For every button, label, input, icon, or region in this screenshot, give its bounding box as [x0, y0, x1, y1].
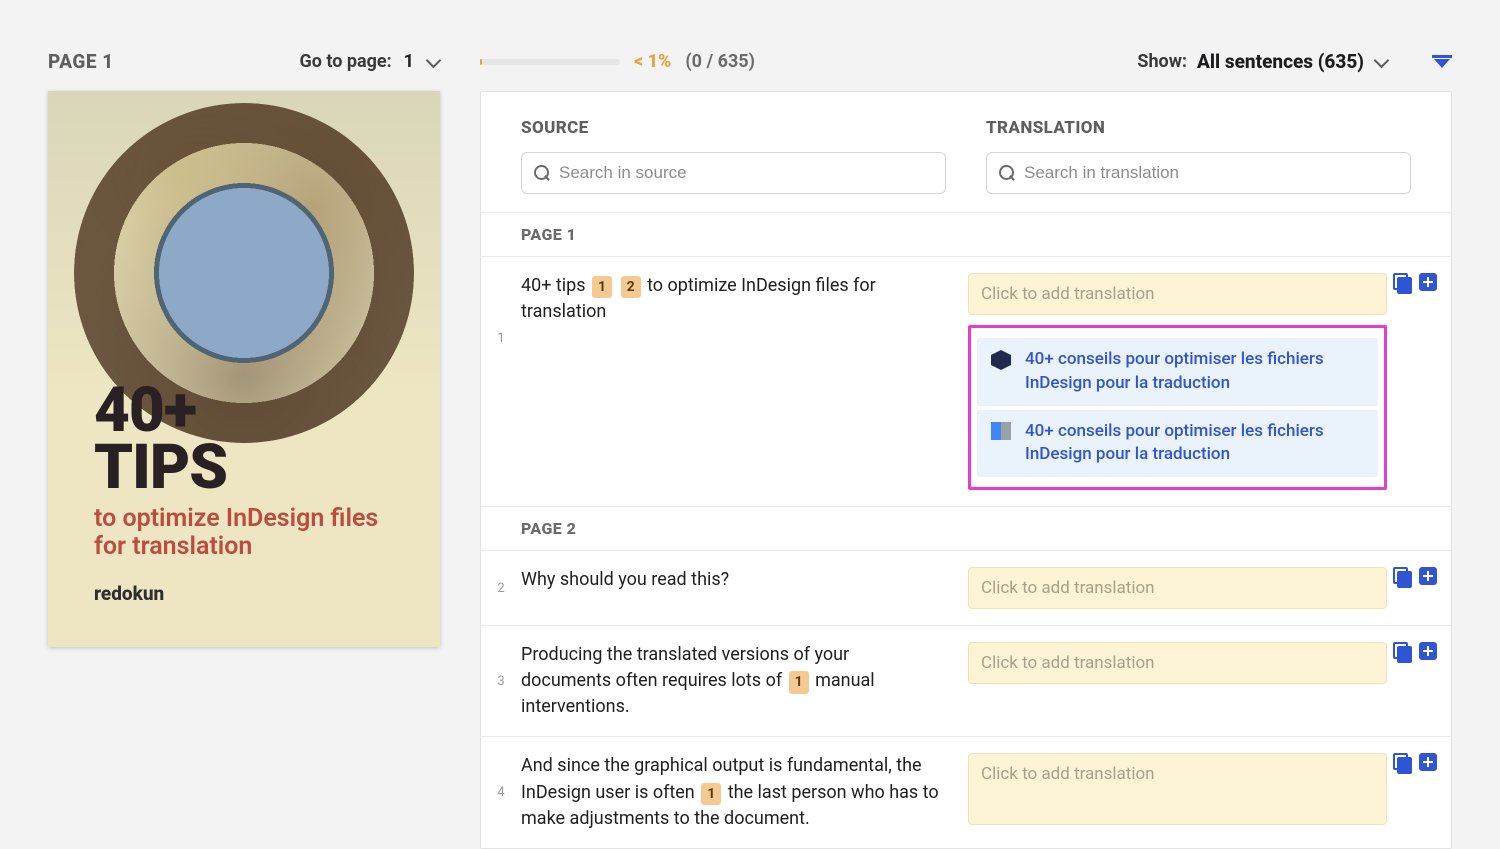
- goto-page-label: Go to page:: [299, 51, 391, 72]
- translation-title: TRANSLATION: [986, 118, 1411, 138]
- inline-tag[interactable]: 2: [621, 276, 641, 298]
- source-column-header: SOURCE: [521, 118, 946, 194]
- source-search[interactable]: [521, 152, 946, 194]
- segment-number: 4: [481, 753, 521, 831]
- current-page-label: PAGE 1: [48, 50, 114, 73]
- segment-actions: [1387, 642, 1437, 720]
- deepl-icon: [991, 350, 1011, 370]
- inline-tag[interactable]: 1: [789, 671, 809, 693]
- segment-number: 1: [481, 273, 521, 490]
- segment-actions: [1387, 753, 1437, 831]
- preview-brand: redokun: [94, 582, 400, 605]
- inline-tag[interactable]: 1: [592, 276, 612, 298]
- preview-subtitle: to optimize InDesign files for translati…: [94, 505, 400, 563]
- app-root: PAGE 1 Go to page: 1 40+ TIPS to optimiz…: [0, 0, 1500, 849]
- copy-source-icon[interactable]: [1393, 753, 1411, 771]
- page-divider-1: PAGE 1: [481, 212, 1451, 256]
- mt-suggestion[interactable]: 40+ conseils pour optimiser les fichiers…: [977, 410, 1378, 478]
- segment-row: 4 And since the graphical output is fund…: [481, 736, 1451, 847]
- page-divider-2: PAGE 2: [481, 506, 1451, 550]
- segment-row: 1 40+ tips 1 2 to optimize InDesign file…: [481, 256, 1451, 506]
- segment-row: 3 Producing the translated versions of y…: [481, 625, 1451, 736]
- collapse-icon[interactable]: [1432, 55, 1452, 69]
- add-comment-icon[interactable]: [1419, 273, 1437, 291]
- suggestion-text: 40+ conseils pour optimiser les fichiers…: [1025, 420, 1364, 468]
- segment-actions: [1387, 567, 1437, 609]
- translation-search[interactable]: [986, 152, 1411, 194]
- inline-tag[interactable]: 1: [701, 783, 721, 805]
- segment-source[interactable]: And since the graphical output is fundam…: [521, 753, 968, 831]
- source-title: SOURCE: [521, 118, 946, 138]
- search-icon: [999, 165, 1014, 181]
- segment-number: 3: [481, 642, 521, 720]
- copy-source-icon[interactable]: [1393, 642, 1411, 660]
- add-comment-icon[interactable]: [1419, 642, 1437, 660]
- source-text: Why should you read this?: [521, 569, 729, 590]
- progress-group: < 1% (0 / 635): [480, 51, 755, 72]
- right-column: < 1% (0 / 635) Show: All sentences (635)…: [480, 50, 1452, 849]
- source-search-input[interactable]: [559, 163, 933, 183]
- show-filter[interactable]: Show: All sentences (635): [1137, 50, 1452, 73]
- segment-row: 2 Why should you read this? Click to add…: [481, 550, 1451, 625]
- mt-suggestion[interactable]: 40+ conseils pour optimiser les fichiers…: [977, 338, 1378, 406]
- goto-page-value: 1: [404, 51, 414, 72]
- left-column: PAGE 1 Go to page: 1 40+ TIPS to optimiz…: [48, 50, 440, 849]
- segment-source[interactable]: 40+ tips 1 2 to optimize InDesign files …: [521, 273, 968, 490]
- translation-input[interactable]: Click to add translation: [968, 273, 1387, 315]
- segment-number: 2: [481, 567, 521, 609]
- add-comment-icon[interactable]: [1419, 753, 1437, 771]
- segment-translation-area: Click to add translation 40+ conseils po…: [968, 273, 1387, 490]
- google-translate-icon: [991, 422, 1011, 442]
- translation-column-header: TRANSLATION: [986, 118, 1411, 194]
- copy-source-icon[interactable]: [1393, 567, 1411, 585]
- segment-translation-area: Click to add translation: [968, 642, 1387, 720]
- preview-title-2: TIPS: [94, 439, 400, 496]
- chevron-down-icon: [1374, 55, 1388, 69]
- progress-percent: < 1%: [634, 51, 671, 72]
- progress-fill: [480, 59, 482, 65]
- segment-source[interactable]: Producing the translated versions of you…: [521, 642, 968, 720]
- progress-bar: [480, 59, 620, 65]
- translation-search-input[interactable]: [1024, 163, 1398, 183]
- search-icon: [534, 165, 549, 181]
- chevron-down-icon: [426, 55, 440, 69]
- preview-text-block: 40+ TIPS to optimize InDesign files for …: [94, 382, 400, 605]
- translation-input[interactable]: Click to add translation: [968, 753, 1387, 825]
- goto-page-control[interactable]: Go to page: 1: [299, 51, 440, 72]
- add-comment-icon[interactable]: [1419, 567, 1437, 585]
- segment-actions: [1387, 273, 1437, 490]
- page-preview[interactable]: 40+ TIPS to optimize InDesign files for …: [48, 91, 440, 647]
- copy-source-icon[interactable]: [1393, 273, 1411, 291]
- segment-translation-area: Click to add translation: [968, 567, 1387, 609]
- show-value: All sentences (635): [1197, 50, 1364, 73]
- translation-input[interactable]: Click to add translation: [968, 567, 1387, 609]
- mt-suggestions-box: 40+ conseils pour optimiser les fichiers…: [968, 325, 1387, 490]
- left-header: PAGE 1 Go to page: 1: [48, 50, 440, 73]
- translation-panel: SOURCE TRANSLATION PAGE 1 1: [480, 91, 1452, 849]
- progress-counts: (0 / 635): [685, 51, 755, 72]
- panel-header: SOURCE TRANSLATION: [481, 92, 1451, 212]
- suggestion-text: 40+ conseils pour optimiser les fichiers…: [1025, 348, 1364, 396]
- top-bar: < 1% (0 / 635) Show: All sentences (635): [480, 50, 1452, 73]
- translation-input[interactable]: Click to add translation: [968, 642, 1387, 684]
- source-text: 40+ tips: [521, 275, 590, 296]
- segment-translation-area: Click to add translation: [968, 753, 1387, 831]
- show-label: Show:: [1137, 51, 1187, 72]
- segment-source[interactable]: Why should you read this?: [521, 567, 968, 609]
